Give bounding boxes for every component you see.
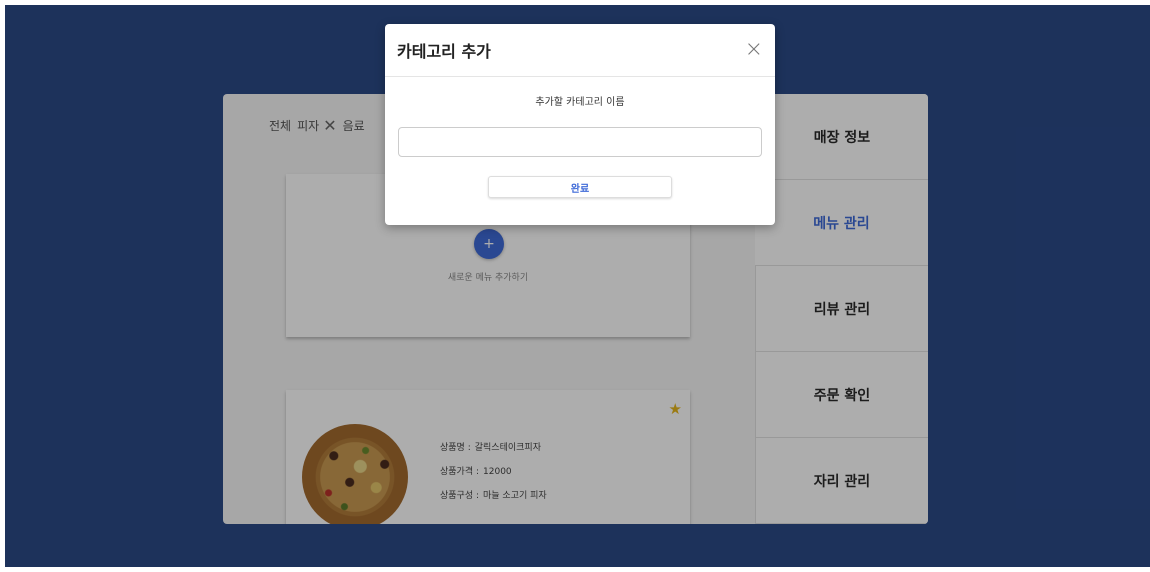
close-icon[interactable]: × (745, 39, 763, 61)
modal-header: 카테고리 추가 × (385, 24, 775, 77)
category-name-input[interactable] (398, 127, 762, 157)
add-category-modal: 카테고리 추가 × 추가할 카테고리 이름 완료 (385, 24, 775, 225)
modal-title: 카테고리 추가 (397, 42, 491, 61)
category-name-label: 추가할 카테고리 이름 (535, 97, 625, 108)
done-button[interactable]: 완료 (488, 176, 672, 198)
